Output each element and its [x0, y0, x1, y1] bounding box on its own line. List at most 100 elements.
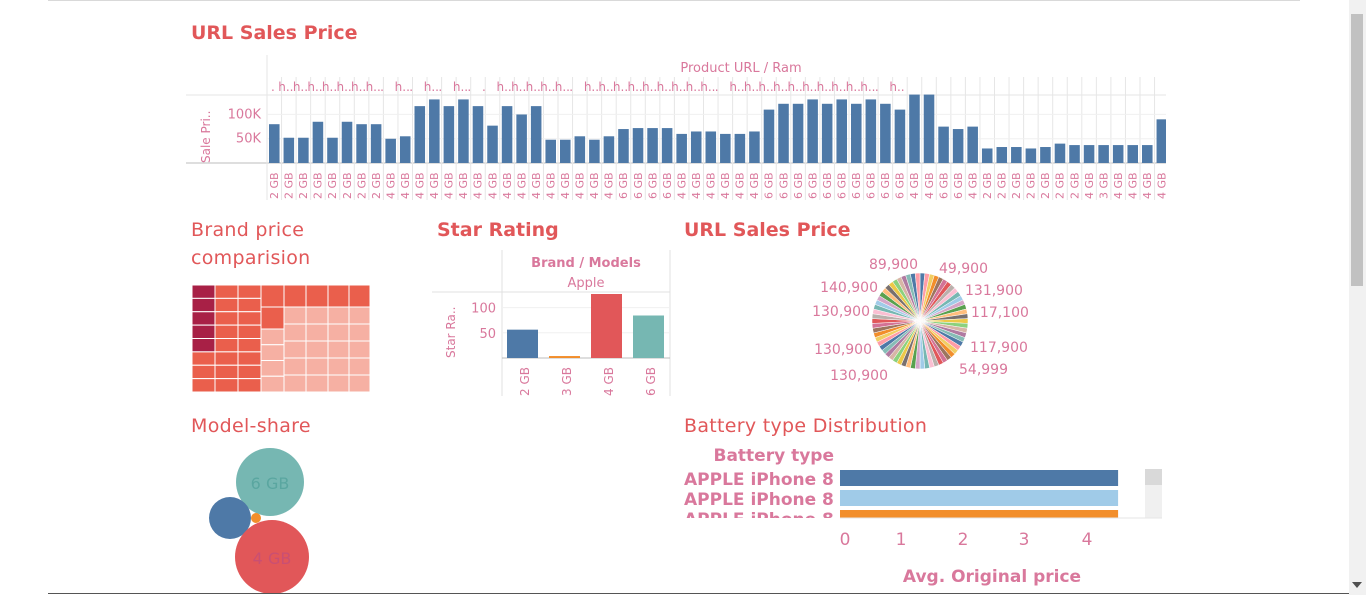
bar-mark [1127, 145, 1138, 163]
bar-x-tick: 4 GB [1083, 172, 1096, 199]
bottom-divider [48, 593, 1350, 594]
bar-mark [603, 136, 615, 163]
pie-label: 130,900 [814, 342, 872, 358]
url-sales-pie-chart: 89,900 49,900 140,900 131,900 130,900 117,100… [812, 257, 1029, 384]
treemap-cell [214, 351, 239, 366]
scrollbar-thumb[interactable] [1351, 14, 1363, 286]
bar-url-label: . [467, 80, 471, 94]
bar-x-tick: 2 GB [341, 172, 354, 199]
bar-url-label: h.. [424, 80, 439, 94]
bar-x-tick: 6 GB [879, 172, 892, 199]
bar-x-tick: 6 GB [646, 172, 659, 199]
bar-mark [385, 138, 396, 163]
bar-mark [836, 99, 847, 163]
bar-mark [574, 136, 586, 163]
star-bar [549, 356, 580, 358]
bar-url-label: . [271, 80, 275, 94]
bar-x-tick: 4 GB [748, 172, 761, 199]
battery-type-chart: Battery typeAPPLE iPhone 8 ..APPLE iPhon… [684, 446, 1162, 587]
bar-mark [763, 109, 775, 163]
treemap-cell [283, 357, 307, 376]
bar-url-label: h.. [293, 80, 308, 94]
bar-x-tick: 2 GB [1054, 172, 1067, 199]
bar-url-label: h.. [453, 80, 468, 94]
battery-scroll-thumb [1145, 469, 1162, 485]
star-y-tick: 50 [479, 327, 496, 342]
treemap-cell [327, 306, 350, 325]
bar-mark [952, 129, 964, 163]
bubble-label: 6 GB [251, 474, 290, 493]
bar-url-label: h.. [627, 80, 642, 94]
bar-mark [312, 121, 324, 163]
bar-mark [967, 126, 978, 163]
bar-url-label: . [438, 80, 442, 94]
battery-bar [840, 470, 1119, 486]
treemap-cell [283, 285, 307, 308]
bar-mark [749, 131, 760, 163]
bar-mark [1069, 145, 1080, 163]
treemap-cell [305, 340, 329, 359]
bar-mark [661, 128, 673, 163]
bar-x-tick: 6 GB [661, 172, 674, 199]
bar-x-tick: 4 GB [515, 172, 528, 199]
bar-x-tick: 4 GB [588, 172, 601, 199]
bar-mark [269, 124, 280, 163]
bar-url-label: . [569, 80, 573, 94]
bar-url-label: h.. [584, 80, 599, 94]
bar-x-tick: 4 GB [675, 172, 688, 199]
star-x-tick: 2 GB [518, 367, 532, 396]
bar-mark [792, 103, 804, 163]
treemap-cell [327, 323, 350, 342]
scroll-down-arrow-icon[interactable] [1352, 582, 1362, 588]
bar-x-tick: 4 GB [384, 172, 397, 199]
bar-url-label: h.. [642, 80, 657, 94]
bar-url-label: h.. [700, 80, 715, 94]
pie-label: 89,900 [869, 257, 918, 273]
bar-x-tick: 6 GB [763, 172, 776, 199]
treemap-cell [214, 338, 239, 353]
bar-y-tick: 50K [236, 132, 262, 147]
bar-url-label: h.. [307, 80, 322, 94]
bar-url-label: . [715, 80, 719, 94]
bar-url-label: h.. [758, 80, 773, 94]
bar-mark [880, 103, 891, 163]
treemap-cell [348, 285, 371, 308]
brand-price-title-line2: comparision [191, 247, 311, 269]
bar-mark [690, 131, 702, 163]
bar-mark [1112, 145, 1124, 163]
bar-x-tick: 6 GB [806, 172, 819, 199]
battery-row-label: APPLE iPhone 8 .. [684, 490, 853, 510]
treemap-cell [237, 297, 262, 313]
bar-x-tick: 6 GB [894, 172, 907, 199]
bar-mark [516, 114, 527, 163]
bar-y-axis-label: Sale Pri.. [199, 111, 213, 163]
treemap-cell [192, 364, 216, 380]
bar-url-label: h.. [686, 80, 701, 94]
bar-mark [618, 129, 629, 163]
bar-url-label: h.. [846, 80, 861, 94]
battery-type-title: Battery type Distribution [684, 415, 928, 437]
pie-label: 140,900 [820, 280, 878, 296]
bar-x-tick: 2 GB [1010, 172, 1023, 199]
bar-x-tick: 2 GB [1039, 172, 1052, 199]
bar-mark [632, 128, 644, 163]
bar-url-label: h.. [336, 80, 351, 94]
vertical-scrollbar[interactable] [1349, 0, 1366, 595]
bar-x-tick: 2 GB [297, 172, 310, 199]
treemap-cell [348, 323, 371, 342]
treemap-cell [192, 351, 216, 366]
bar-mark [341, 121, 353, 163]
url-sales-bar-chart: Product URL / RamSale Pri.. 100K50K2 GB 2 … [186, 55, 1166, 200]
treemap-cell [260, 306, 285, 330]
treemap-cell [327, 357, 350, 376]
treemap-cell [237, 324, 262, 339]
bar-url-label: h.. [540, 80, 555, 94]
bar-x-tick: 4 GB [574, 172, 587, 199]
treemap-cell [305, 285, 329, 308]
battery-row-label: APPLE iPhone 8 .. [684, 470, 853, 490]
treemap-cell [260, 344, 285, 361]
battery-x-axis-label: Avg. Original price [903, 567, 1081, 587]
bar-mark [356, 124, 367, 163]
treemap-cell [305, 374, 329, 393]
treemap-cell [305, 357, 329, 376]
